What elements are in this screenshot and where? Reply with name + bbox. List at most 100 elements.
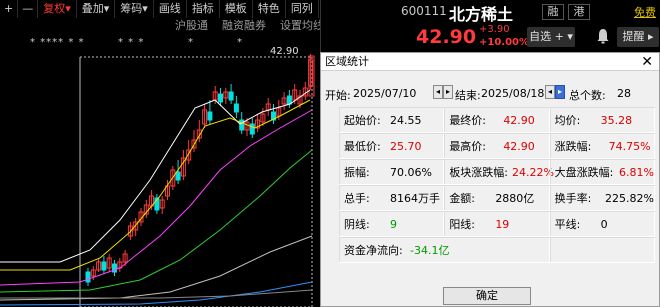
- stat-label: 平线:: [554, 218, 581, 231]
- ok-button[interactable]: 确定: [443, 287, 531, 305]
- stat-value: 42.90: [503, 113, 535, 127]
- margin-tag[interactable]: 融: [542, 4, 564, 20]
- stat-turnover: 换手率: 225.82%: [549, 186, 655, 210]
- stats-row: 最低价: 25.70 最高价: 42.90 涨跌幅: 74.75%: [339, 133, 655, 159]
- start-label: 开始:: [325, 89, 351, 102]
- stat-value: 0: [600, 217, 608, 231]
- stats-row: 振幅: 70.06% 板块涨跌幅: 24.22% 大盘涨跌幅: 6.81%: [339, 159, 655, 185]
- stat-value: 6.81%: [618, 165, 654, 179]
- stats-grid: 起始价: 24.55 最终价: 42.90 均价: 35.28 最低价: 25.70 最…: [339, 107, 655, 263]
- stat-label: 涨跌幅:: [554, 140, 592, 153]
- stat-label: 振幅:: [344, 166, 370, 179]
- candle-body[interactable]: [228, 91, 234, 101]
- stat-value: 35.28: [600, 113, 633, 127]
- stock-code: 600111: [401, 4, 447, 18]
- ma5-line: [0, 89, 311, 263]
- candle-body[interactable]: [286, 95, 292, 105]
- diejia-button[interactable]: 叠加▾: [77, 0, 116, 18]
- candle-body[interactable]: [207, 111, 213, 121]
- chart-subtabs: 沪股通 融资融券 设置均线▾: [168, 18, 337, 34]
- stat-high-price: 最高价: 42.90: [444, 134, 550, 158]
- zoom-out-button[interactable]: —: [18, 0, 39, 18]
- stat-label: 换手率:: [554, 192, 592, 205]
- event-markers-2[interactable]: * * *: [118, 37, 144, 48]
- end-next-arrow-icon[interactable]: ▸: [555, 85, 565, 99]
- candle-body[interactable]: [218, 93, 223, 103]
- stat-label: 金额:: [449, 192, 476, 205]
- candle-body[interactable]: [233, 103, 239, 113]
- hk-connect-tag[interactable]: 港: [568, 4, 590, 20]
- tonglie-button[interactable]: 同列: [286, 0, 319, 18]
- candle-body[interactable]: [175, 171, 181, 181]
- fuquan-button[interactable]: 复权▾: [38, 0, 77, 18]
- stat-empty: [549, 238, 655, 262]
- bell-icon[interactable]: [596, 28, 610, 44]
- stat-label: 板块涨跌幅:: [449, 166, 509, 179]
- event-markers-4[interactable]: *: [237, 37, 242, 48]
- stat-low-price: 最低价: 25.70: [339, 134, 445, 158]
- stock-name[interactable]: 北方稀土: [449, 1, 513, 25]
- zoom-in-button[interactable]: +: [0, 0, 19, 18]
- ma10-line: [0, 99, 311, 271]
- stat-change-pct: 涨跌幅: 74.75%: [549, 134, 655, 158]
- huaxian-button[interactable]: 画线: [154, 0, 187, 18]
- candle-body[interactable]: [239, 119, 245, 131]
- candle-body[interactable]: [249, 123, 255, 135]
- kline-chart[interactable]: + — 复权▾ 叠加▾ 筹码▾ 画线 指标 模板 特色 同列 隐藏 统计▾ 沪股…: [0, 0, 391, 307]
- stat-value: -34.1亿: [410, 244, 450, 257]
- chouma-button[interactable]: 筹码▾: [115, 0, 154, 18]
- event-markers-3[interactable]: *: [188, 37, 193, 48]
- last-price: 42.90: [416, 26, 477, 48]
- tese-button[interactable]: 特色: [253, 0, 286, 18]
- end-label: 结束:: [455, 89, 481, 102]
- stat-label: 阳线:: [449, 218, 476, 231]
- stock-header: 600111 北方稀土 融 港 免费 42.90 +3.90 +10.00% 自…: [320, 0, 660, 52]
- start-next-arrow-icon[interactable]: ▸: [443, 85, 453, 99]
- zhibiao-button[interactable]: 指标: [187, 0, 220, 18]
- candle-body[interactable]: [101, 261, 107, 271]
- stat-up-candles: 阳线: 19: [444, 212, 550, 236]
- start-prev-arrow-icon[interactable]: ◂: [433, 85, 443, 99]
- stat-value: 74.75%: [608, 139, 651, 153]
- start-date: 2025/07/10: [353, 87, 417, 100]
- stat-start-price: 起始价: 24.55: [339, 108, 445, 132]
- end-prev-arrow-icon[interactable]: ◂: [545, 85, 555, 99]
- high-price-label: 42.90: [270, 46, 299, 57]
- dialog-title: 区域统计: [321, 53, 659, 71]
- price-change-pct: +10.00%: [479, 37, 530, 48]
- stat-value: 24.55: [390, 113, 422, 127]
- stat-market-change: 大盘涨跌幅: 6.81%: [549, 160, 655, 184]
- stats-row: 起始价: 24.55 最终价: 42.90 均价: 35.28: [339, 107, 655, 133]
- stat-value: 19: [495, 217, 510, 231]
- subtab-rongzi[interactable]: 融资融券: [215, 18, 273, 34]
- stat-end-price: 最终价: 42.90: [444, 108, 550, 132]
- stat-value: 42.90: [503, 139, 535, 153]
- total-label: 总个数:: [569, 89, 606, 102]
- stat-label: 大盘涨跌幅:: [554, 166, 614, 179]
- stat-label: 最高价:: [449, 140, 487, 153]
- stat-label: 均价:: [554, 114, 581, 127]
- remind-button[interactable]: 提醒 ▸: [617, 27, 659, 47]
- stat-label: 起始价:: [344, 114, 381, 127]
- end-date: 2025/08/18: [481, 87, 545, 100]
- stat-sector-change: 板块涨跌幅: 24.22%: [444, 160, 554, 184]
- stat-label: 总手:: [344, 192, 370, 205]
- free-link[interactable]: 免费: [634, 4, 656, 20]
- stat-value: 24.22%: [512, 165, 554, 179]
- stat-volume: 总手: 8164万手: [339, 186, 445, 210]
- add-watchlist-button[interactable]: 自选 + ▾: [527, 27, 575, 47]
- subtab-hugutong[interactable]: 沪股通: [168, 18, 215, 34]
- stats-row: 总手: 8164万手 金额: 2880亿 换手率: 225.82%: [339, 185, 655, 211]
- close-icon[interactable]: ✕: [641, 53, 653, 71]
- stat-label: 最终价:: [449, 114, 487, 127]
- stat-flat-candles: 平线: 0: [549, 212, 655, 236]
- event-markers[interactable]: * **** * *: [30, 37, 85, 48]
- stats-row: 资金净流向: -34.1亿: [339, 237, 655, 263]
- moban-button[interactable]: 模板: [220, 0, 253, 18]
- total-value: 28: [617, 87, 631, 100]
- stat-label: 阴线:: [344, 218, 370, 231]
- stat-amplitude: 振幅: 70.06%: [339, 160, 445, 184]
- stat-value: 9: [390, 217, 397, 231]
- candle-body[interactable]: [85, 271, 91, 283]
- stat-label: 资金净流向:: [344, 244, 403, 257]
